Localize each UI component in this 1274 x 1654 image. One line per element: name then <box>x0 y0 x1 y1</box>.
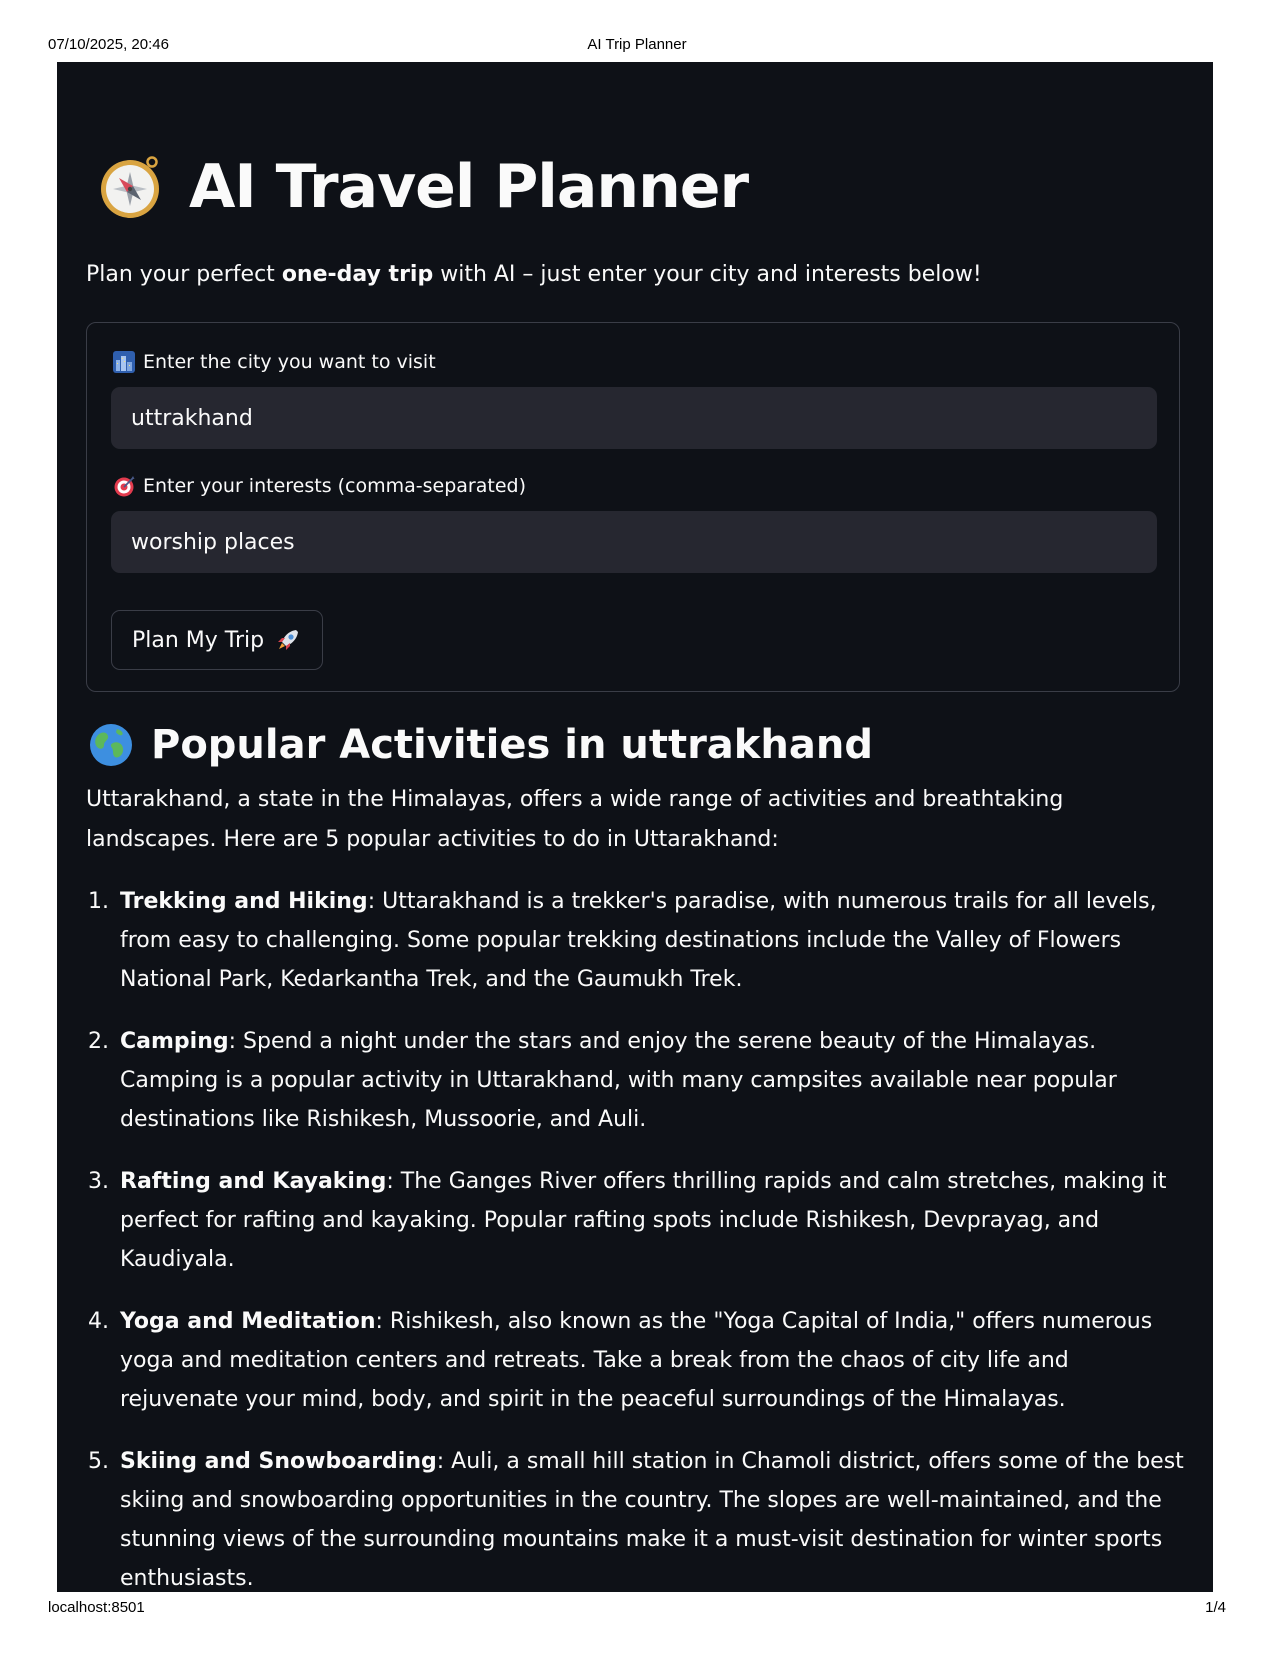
plan-button-label: Plan My Trip <box>132 627 265 653</box>
activity-name: Camping <box>120 1029 229 1054</box>
trip-form: Enter the city you want to visit Enter y… <box>86 322 1180 692</box>
list-item-number: 5. <box>88 1449 109 1474</box>
list-item: 5. Skiing and Snowboarding: Auli, a smal… <box>86 1442 1186 1592</box>
title-row: AI Travel Planner <box>97 152 749 222</box>
app-container: AI Travel Planner Plan your perfect one-… <box>57 62 1213 1592</box>
subtitle-text-pre: Plan your perfect <box>86 262 282 287</box>
interests-input[interactable] <box>111 511 1157 573</box>
city-label-text: Enter the city you want to visit <box>143 351 436 373</box>
compass-icon <box>101 156 159 218</box>
results-intro: Uttarakhand, a state in the Himalayas, o… <box>86 787 1064 852</box>
activity-name: Trekking and Hiking <box>120 889 368 914</box>
results-heading: Popular Activities in uttrakhand <box>89 722 873 768</box>
city-input[interactable] <box>111 387 1157 449</box>
list-item-number: 1. <box>88 889 109 914</box>
list-item: 2. Camping: Spend a night under the star… <box>86 1022 1186 1139</box>
city-field-label: Enter the city you want to visit <box>113 351 436 373</box>
list-item: 4. Yoga and Meditation: Rishikesh, also … <box>86 1302 1186 1419</box>
print-doc-title: AI Trip Planner <box>587 36 687 53</box>
plan-my-trip-button[interactable]: Plan My Trip <box>111 610 324 670</box>
print-page-number: 1/4 <box>1205 1599 1226 1616</box>
target-icon <box>114 476 135 497</box>
activity-name: Skiing and Snowboarding <box>120 1449 437 1474</box>
activity-name: Yoga and Meditation <box>120 1309 376 1334</box>
list-item-number: 4. <box>88 1309 109 1334</box>
subtitle-text-bold: one-day trip <box>281 262 434 287</box>
activity-name: Rafting and Kayaking <box>120 1169 387 1194</box>
globe-icon <box>90 724 132 766</box>
list-item: 3. Rafting and Kayaking: The Ganges Rive… <box>86 1162 1186 1279</box>
page-title: AI Travel Planner <box>189 152 749 222</box>
activities-list: 1. Trekking and Hiking: Uttarakhand is a… <box>86 882 1186 1592</box>
page-subtitle: Plan your perfect one-day trip with AI –… <box>86 262 982 287</box>
cityscape-icon <box>113 351 135 373</box>
subtitle-text-post: with AI – just enter your city and inter… <box>433 262 982 287</box>
rocket-icon <box>278 630 299 650</box>
interests-field-label: Enter your interests (comma-separated) <box>113 475 526 497</box>
interests-label-text: Enter your interests (comma-separated) <box>143 475 526 497</box>
results-title: Popular Activities in uttrakhand <box>151 722 873 768</box>
list-item-number: 3. <box>88 1169 109 1194</box>
list-item: 1. Trekking and Hiking: Uttarakhand is a… <box>86 882 1186 999</box>
activity-text: : Spend a night under the stars and enjo… <box>120 1029 1117 1132</box>
list-item-number: 2. <box>88 1029 109 1054</box>
print-url: localhost:8501 <box>48 1599 145 1616</box>
